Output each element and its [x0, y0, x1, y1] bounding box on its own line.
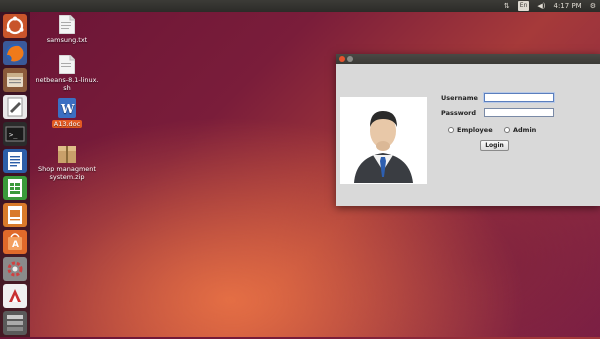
text-file-icon [58, 14, 76, 35]
employee-radio-label: Employee [457, 126, 493, 134]
network-icon[interactable]: ⇅ [504, 1, 510, 11]
launcher: >_ A [0, 12, 30, 337]
text-editor-icon[interactable] [3, 95, 27, 119]
top-panel: ⇅ En ◀) 4:17 PM ⚙ [0, 0, 600, 12]
svg-text:A: A [12, 240, 19, 250]
user-avatar-image [340, 97, 427, 184]
svg-text:W: W [60, 102, 75, 116]
system-tray: ⇅ En ◀) 4:17 PM ⚙ [504, 1, 596, 11]
desktop-file-a13[interactable]: W A13.doc [32, 98, 102, 128]
desktop-file-shop-zip[interactable]: Shop managment system.zip [32, 146, 102, 181]
window-titlebar[interactable] [336, 54, 600, 64]
close-icon[interactable] [339, 56, 345, 62]
login-button[interactable]: Login [480, 140, 509, 151]
ubuntu-dash-icon[interactable] [3, 14, 27, 38]
system-settings-icon[interactable] [3, 257, 27, 281]
zip-archive-icon [58, 146, 76, 163]
desktop-file-label: Shop managment system.zip [38, 165, 96, 181]
admin-radio[interactable] [504, 127, 510, 133]
keyboard-layout-indicator[interactable]: En [517, 1, 530, 11]
desktop-file-samsung[interactable]: samsung.txt [32, 14, 102, 44]
admin-radio-label: Admin [513, 126, 537, 134]
password-input[interactable] [484, 108, 554, 117]
gear-icon[interactable]: ⚙ [590, 1, 596, 11]
login-window: Username Password Employee Admin Login [336, 54, 600, 206]
desktop-file-label: netbeans-8.1-linux. sh [35, 76, 99, 92]
word-doc-icon: W [58, 98, 76, 118]
java-app-icon[interactable] [3, 284, 27, 308]
svg-text:>_: >_ [9, 131, 18, 139]
script-file-icon [58, 54, 76, 75]
clock[interactable]: 4:17 PM [554, 1, 582, 11]
employee-radio[interactable] [448, 127, 454, 133]
minimize-icon[interactable] [347, 56, 353, 62]
username-label: Username [441, 94, 478, 102]
volume-icon[interactable]: ◀) [537, 1, 545, 11]
password-label: Password [441, 109, 477, 117]
files-icon[interactable] [3, 68, 27, 92]
writer-icon[interactable] [3, 149, 27, 173]
firefox-icon[interactable] [3, 41, 27, 65]
desktop-file-label: A13.doc [51, 120, 83, 128]
desktop-file-label: samsung.txt [46, 36, 88, 44]
workspace-icon[interactable] [3, 311, 27, 335]
username-input[interactable] [484, 93, 554, 102]
calc-icon[interactable] [3, 176, 27, 200]
impress-icon[interactable] [3, 203, 27, 227]
desktop-file-netbeans[interactable]: netbeans-8.1-linux. sh [32, 54, 102, 92]
software-center-icon[interactable]: A [3, 230, 27, 254]
terminal-icon[interactable]: >_ [3, 122, 27, 146]
